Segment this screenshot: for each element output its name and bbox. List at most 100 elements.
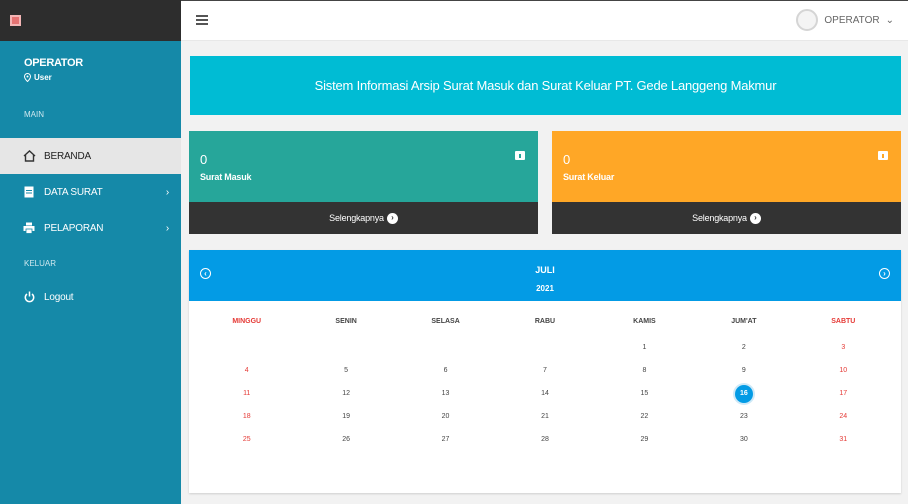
topbar: OPERATOR ⌄ bbox=[181, 0, 908, 41]
calendar-day-number: 20 bbox=[441, 413, 450, 420]
calendar-day-number: 28 bbox=[541, 436, 549, 443]
power-icon bbox=[22, 290, 36, 304]
calendar-prev-button[interactable]: ‹ bbox=[200, 268, 211, 279]
calendar-day[interactable]: 9 bbox=[694, 359, 793, 382]
folder-upload-icon bbox=[878, 151, 888, 160]
section-label-keluar: KELUAR bbox=[24, 259, 57, 268]
calendar-day[interactable]: 28 bbox=[495, 428, 594, 451]
calendar-next-button[interactable]: › bbox=[879, 268, 890, 279]
calendar-day[interactable]: 30 bbox=[694, 428, 793, 451]
calendar-empty-cell bbox=[396, 336, 495, 359]
calendar-day[interactable]: 22 bbox=[595, 405, 694, 428]
calendar-day[interactable]: 29 bbox=[595, 428, 694, 451]
calendar-day-number: 24 bbox=[839, 413, 848, 420]
page-title: Sistem Informasi Arsip Surat Masuk dan S… bbox=[314, 78, 777, 93]
calendar-day[interactable]: 13 bbox=[396, 382, 495, 405]
sidebar-item-label: Logout bbox=[44, 291, 74, 303]
sidebar-item-pelaporan[interactable]: PELAPORAN › bbox=[0, 210, 181, 246]
calendar-day[interactable]: 14 bbox=[495, 382, 594, 405]
sidebar-item-logout[interactable]: Logout bbox=[0, 279, 181, 315]
document-icon bbox=[22, 185, 36, 199]
calendar-day-number: 18 bbox=[242, 413, 251, 420]
calendar-day[interactable]: 8 bbox=[595, 359, 694, 382]
chevron-right-icon: › bbox=[165, 186, 169, 198]
page-banner: Sistem Informasi Arsip Surat Masuk dan S… bbox=[190, 56, 901, 115]
calendar-day[interactable]: 19 bbox=[296, 405, 395, 428]
calendar-day[interactable]: 5 bbox=[296, 359, 395, 382]
chevron-left-icon: ‹ bbox=[204, 268, 207, 278]
calendar-day[interactable]: 2 bbox=[694, 336, 793, 359]
calendar-month: JULI bbox=[535, 265, 555, 275]
chevron-right-icon: › bbox=[883, 268, 886, 278]
calendar-day[interactable]: 27 bbox=[396, 428, 495, 451]
calendar-day[interactable]: 18 bbox=[197, 405, 296, 428]
sidebar-item-data-surat[interactable]: DATA SURAT › bbox=[0, 174, 181, 210]
calendar-day-number: 3 bbox=[841, 344, 846, 351]
calendar-day[interactable]: 7 bbox=[495, 359, 594, 382]
card-more-label: Selengkapnya bbox=[329, 213, 384, 223]
user-menu-label: OPERATOR bbox=[824, 14, 880, 26]
card-count: 0 bbox=[200, 152, 208, 167]
calendar-day[interactable]: 11 bbox=[197, 382, 296, 405]
calendar-weekday: JUM'AT bbox=[731, 318, 757, 325]
user-profile: OPERATOR User bbox=[0, 41, 181, 102]
card-more-link[interactable]: Selengkapnya › bbox=[189, 202, 538, 234]
calendar-day-today[interactable]: 16 bbox=[694, 382, 793, 405]
chevron-right-icon: › bbox=[165, 222, 169, 234]
card-more-link[interactable]: Selengkapnya › bbox=[552, 202, 901, 234]
calendar-day-number: 14 bbox=[541, 390, 549, 397]
calendar-day-number: 8 bbox=[642, 367, 647, 374]
sidebar-item-label: PELAPORAN bbox=[44, 222, 104, 234]
calendar-day[interactable]: 21 bbox=[495, 405, 594, 428]
circle-arrow-right-icon: › bbox=[749, 212, 761, 224]
calendar-day[interactable]: 12 bbox=[296, 382, 395, 405]
calendar: ‹ JULI 2021 › MINGGU SENIN SELASA RABU KAMIS… bbox=[189, 250, 901, 493]
calendar-day[interactable]: 4 bbox=[197, 359, 296, 382]
calendar-day-number: 26 bbox=[342, 436, 351, 443]
calendar-day-number: 1 bbox=[642, 344, 647, 351]
calendar-day-number: 22 bbox=[640, 413, 649, 420]
home-icon bbox=[22, 149, 36, 163]
calendar-day[interactable]: 15 bbox=[595, 382, 694, 405]
printer-icon bbox=[22, 221, 36, 235]
section-label-main: MAIN bbox=[24, 110, 44, 119]
card-surat-masuk: 0 Surat Masuk Selengkapnya › bbox=[189, 131, 538, 234]
card-more-label: Selengkapnya bbox=[692, 213, 747, 223]
calendar-day-number: 12 bbox=[342, 390, 351, 397]
calendar-day-number: 2 bbox=[741, 344, 746, 351]
calendar-day-number: 6 bbox=[443, 367, 448, 374]
calendar-day[interactable]: 20 bbox=[396, 405, 495, 428]
sidebar-item-label: BERANDA bbox=[44, 150, 91, 162]
calendar-day[interactable]: 1 bbox=[595, 336, 694, 359]
calendar-day-number: 29 bbox=[640, 436, 649, 443]
profile-name: OPERATOR bbox=[24, 57, 83, 69]
calendar-day-number: 13 bbox=[441, 390, 450, 397]
calendar-year: 2021 bbox=[536, 284, 554, 293]
location-pin-icon bbox=[24, 73, 31, 82]
calendar-day[interactable]: 17 bbox=[794, 382, 893, 405]
user-menu[interactable]: OPERATOR ⌄ bbox=[796, 9, 894, 31]
card-count: 0 bbox=[563, 152, 571, 167]
sidebar-brand bbox=[0, 0, 181, 41]
card-label: Surat Keluar bbox=[563, 172, 615, 182]
profile-role: User bbox=[24, 73, 181, 82]
calendar-day[interactable]: 10 bbox=[794, 359, 893, 382]
sidebar: OPERATOR User MAIN BERANDA DATA SURAT › … bbox=[0, 0, 181, 504]
calendar-empty-cell bbox=[197, 336, 296, 359]
app-logo[interactable] bbox=[10, 15, 21, 26]
calendar-day[interactable]: 26 bbox=[296, 428, 395, 451]
calendar-day[interactable]: 6 bbox=[396, 359, 495, 382]
calendar-day-number: 5 bbox=[344, 367, 349, 374]
calendar-weekday: RABU bbox=[534, 318, 556, 325]
calendar-day[interactable]: 23 bbox=[694, 405, 793, 428]
calendar-day[interactable]: 24 bbox=[794, 405, 893, 428]
calendar-day-number: 15 bbox=[640, 390, 649, 397]
calendar-day[interactable]: 31 bbox=[794, 428, 893, 451]
calendar-day[interactable]: 3 bbox=[794, 336, 893, 359]
sidebar-item-beranda[interactable]: BERANDA bbox=[0, 138, 181, 174]
menu-toggle-icon[interactable] bbox=[196, 15, 208, 25]
calendar-day-number: 17 bbox=[839, 390, 848, 397]
calendar-weekday: SABTU bbox=[831, 318, 856, 325]
calendar-day-number: 31 bbox=[839, 436, 848, 443]
calendar-day[interactable]: 25 bbox=[197, 428, 296, 451]
